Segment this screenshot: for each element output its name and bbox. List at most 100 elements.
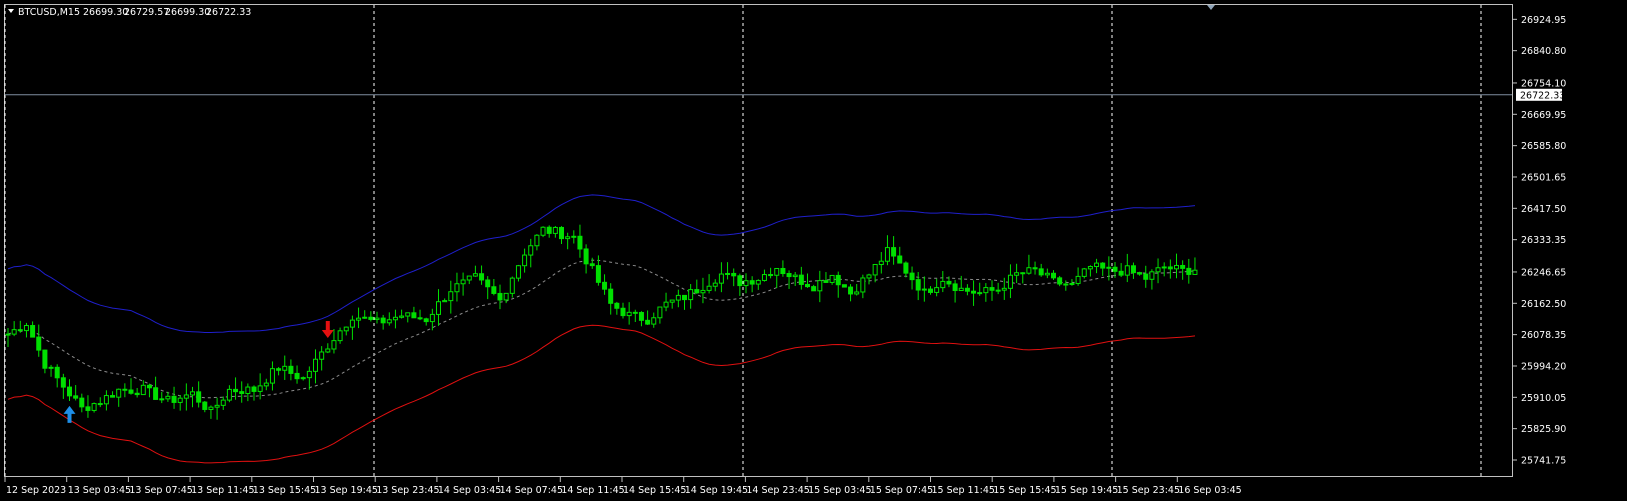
candle-body bbox=[140, 384, 146, 396]
candle-body bbox=[725, 272, 731, 275]
candle-body bbox=[675, 294, 681, 301]
candle-body bbox=[509, 277, 515, 294]
candle-body bbox=[872, 263, 878, 276]
candle-body bbox=[239, 391, 245, 395]
candle-body bbox=[903, 262, 909, 274]
candle-body bbox=[405, 312, 411, 317]
candle-body bbox=[700, 289, 706, 294]
price-chart[interactable]: 26722.33 26924.95 26840.80 26754.10 26669.9… bbox=[0, 0, 1627, 501]
candle-body bbox=[632, 311, 638, 314]
candle-body bbox=[42, 349, 48, 369]
candle-body bbox=[891, 247, 897, 257]
time-tick-label: 15 Sep 15:45 bbox=[993, 485, 1056, 496]
candle-body bbox=[399, 315, 405, 318]
candle-body bbox=[5, 333, 11, 336]
candle-body bbox=[552, 226, 558, 234]
candle-body bbox=[952, 283, 958, 292]
candle-body bbox=[651, 317, 657, 325]
candle-body bbox=[534, 234, 540, 247]
time-tick-label: 13 Sep 19:45 bbox=[315, 485, 378, 496]
candle-body bbox=[134, 392, 140, 396]
candle-body bbox=[737, 275, 743, 287]
candle-body bbox=[460, 279, 466, 285]
candle-body bbox=[485, 279, 491, 288]
candle-body bbox=[177, 397, 183, 403]
candle-body bbox=[805, 283, 810, 288]
candle-body bbox=[146, 384, 152, 389]
candle-body bbox=[1087, 266, 1093, 270]
price-tick-label: 26501.65 bbox=[1521, 172, 1566, 183]
plot-background bbox=[0, 0, 1627, 501]
price-tick-label: 26840.80 bbox=[1521, 46, 1566, 57]
candle-body bbox=[1155, 267, 1161, 273]
candle-body bbox=[30, 325, 36, 338]
candle-body bbox=[1063, 283, 1069, 286]
candle-body bbox=[356, 317, 362, 321]
price-tick-label: 26333.35 bbox=[1521, 235, 1566, 246]
candle-body bbox=[269, 368, 275, 384]
candle-body bbox=[780, 267, 786, 275]
candle-body bbox=[565, 236, 571, 240]
candle-body bbox=[712, 282, 718, 287]
close-value: 26722.33 bbox=[206, 7, 251, 18]
candle-body bbox=[442, 300, 448, 303]
candle-body bbox=[300, 377, 306, 380]
candle-body bbox=[577, 235, 583, 250]
candle-body bbox=[841, 284, 847, 288]
candle-body bbox=[208, 406, 214, 410]
price-tick-label: 26585.80 bbox=[1521, 141, 1566, 152]
high-value: 26729.57 bbox=[124, 7, 169, 18]
candle-body bbox=[73, 395, 79, 399]
price-tick-label: 26078.35 bbox=[1521, 330, 1566, 341]
candle-body bbox=[472, 273, 478, 277]
candle-body bbox=[823, 280, 829, 283]
candle-body bbox=[571, 235, 577, 238]
candle-body bbox=[829, 274, 835, 283]
candle-body bbox=[1075, 275, 1081, 284]
candle-body bbox=[989, 287, 995, 291]
candle-body bbox=[1007, 274, 1013, 289]
time-tick-label: 14 Sep 15:45 bbox=[623, 485, 686, 496]
candle-body bbox=[971, 290, 977, 294]
candle-body bbox=[792, 274, 798, 278]
candle-body bbox=[454, 283, 460, 293]
candle-body bbox=[608, 288, 614, 304]
price-tick-label: 25741.75 bbox=[1521, 456, 1566, 467]
candle-body bbox=[983, 287, 989, 294]
candle-body bbox=[589, 263, 595, 267]
candle-body bbox=[559, 226, 564, 240]
candle-body bbox=[91, 403, 97, 411]
candle-body bbox=[103, 395, 109, 405]
candle-body bbox=[1167, 266, 1173, 270]
candle-body bbox=[325, 348, 331, 353]
price-tick-label: 26417.50 bbox=[1521, 204, 1566, 215]
time-tick-label: 15 Sep 07:45 bbox=[870, 485, 933, 496]
candle-body bbox=[386, 319, 392, 324]
candle-body bbox=[429, 313, 435, 323]
price-tick-label: 25825.90 bbox=[1521, 424, 1566, 435]
candle-body bbox=[1149, 271, 1155, 280]
open-value: 26699.30 bbox=[83, 7, 128, 18]
candle-body bbox=[245, 386, 251, 395]
candle-body bbox=[97, 403, 103, 406]
candle-body bbox=[835, 274, 841, 286]
candle-body bbox=[116, 388, 122, 398]
candle-body bbox=[854, 291, 860, 295]
candle-body bbox=[497, 292, 503, 301]
candle-body bbox=[1137, 272, 1143, 275]
candle-body bbox=[1026, 267, 1032, 274]
candle-body bbox=[1161, 266, 1167, 269]
candle-body bbox=[11, 329, 17, 335]
candle-body bbox=[1051, 272, 1056, 279]
candle-body bbox=[60, 377, 66, 388]
candle-body bbox=[731, 272, 737, 277]
candle-body bbox=[817, 280, 823, 292]
time-tick-label: 13 Sep 15:45 bbox=[253, 485, 316, 496]
candle-body bbox=[995, 289, 1001, 292]
time-tick-label: 14 Sep 11:45 bbox=[561, 485, 624, 496]
candle-body bbox=[165, 395, 171, 400]
candle-body bbox=[257, 385, 263, 392]
candle-body bbox=[319, 351, 325, 360]
candle-body bbox=[1106, 266, 1112, 269]
low-value: 26699.30 bbox=[165, 7, 210, 18]
